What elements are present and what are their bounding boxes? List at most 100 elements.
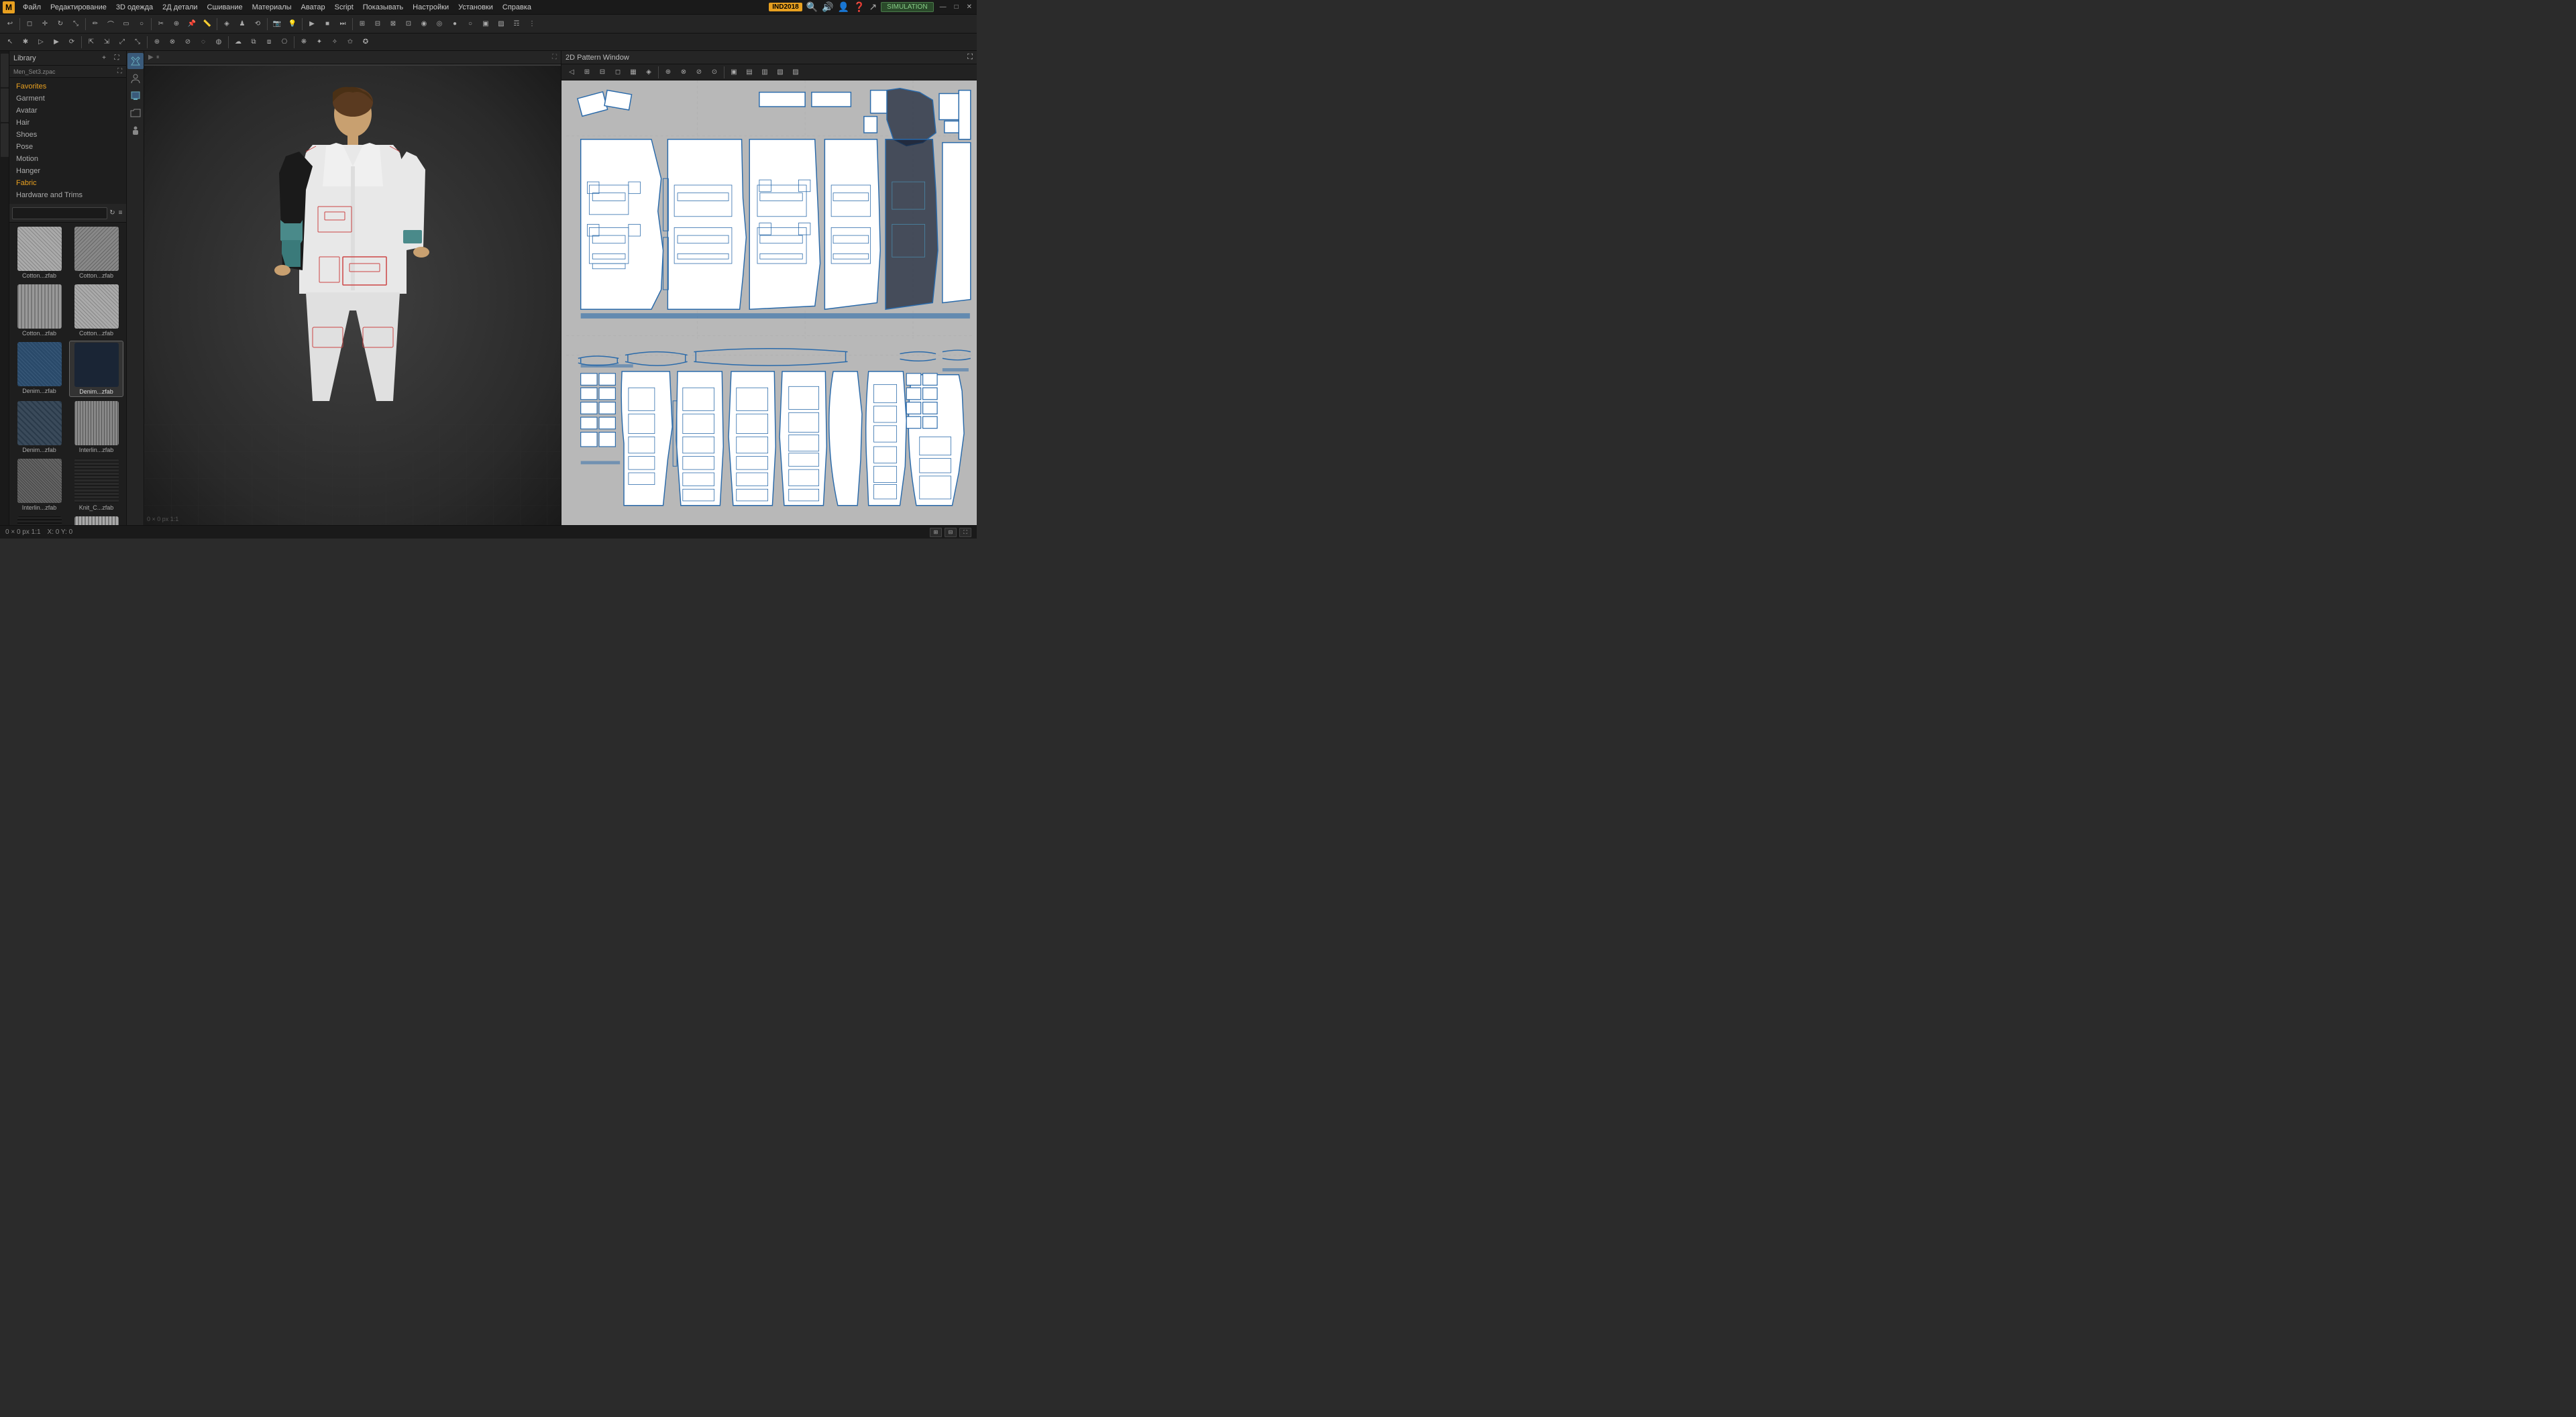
stop-tool[interactable]: ■	[320, 17, 335, 32]
status-btn2[interactable]: ⊟	[945, 528, 957, 537]
tool-a6[interactable]: ◎	[432, 17, 447, 32]
status-btn1[interactable]: ⊞	[930, 528, 942, 537]
help-icon[interactable]: ❓	[853, 1, 865, 13]
viewport-expand-btn[interactable]: ⛶	[552, 54, 557, 61]
icon-person-btn[interactable]	[127, 123, 144, 139]
fabric-item-8[interactable]: Interlin...zfab	[12, 457, 66, 512]
bezier-tool[interactable]: ⌒	[103, 17, 118, 32]
fabric-item-2[interactable]: Cotton...zfab	[12, 283, 66, 338]
fabric-item-0[interactable]: Cotton...zfab	[12, 225, 66, 280]
pt-tool1[interactable]: ◁	[564, 65, 579, 80]
fabric-item-10[interactable]: Knit_C...zfab	[12, 515, 66, 525]
simulation-badge[interactable]: SIMULATION	[881, 2, 933, 12]
pin-tool[interactable]: 📌	[184, 17, 199, 32]
fabric-item-5[interactable]: Denim...zfab	[69, 341, 123, 397]
render-tool[interactable]: ▶	[305, 17, 319, 32]
sub-tool14[interactable]: ◍	[211, 35, 226, 50]
stitch-tool[interactable]: ⊕	[169, 17, 184, 32]
pt-tool11[interactable]: ▣	[727, 65, 741, 80]
pt-tool10[interactable]: ⊙	[707, 65, 722, 80]
v-tab-2[interactable]	[1, 89, 9, 122]
tab-hardware[interactable]: Hardware and Trims	[9, 189, 126, 201]
menu-edit[interactable]: Редактирование	[46, 2, 111, 13]
tab-pose[interactable]: Pose	[9, 141, 126, 153]
library-expand-btn[interactable]: ⛶	[111, 53, 122, 64]
tool-a3[interactable]: ⊠	[386, 17, 400, 32]
status-btn3[interactable]: ⛶	[959, 528, 971, 537]
sub-tool9[interactable]: ⤡	[130, 35, 145, 50]
search-icon[interactable]: 🔍	[806, 1, 818, 13]
menu-show[interactable]: Показывать	[359, 2, 407, 13]
pt-tool9[interactable]: ⊘	[692, 65, 706, 80]
icon-screen-btn[interactable]	[127, 88, 144, 104]
sub-tool15[interactable]: ☁	[231, 35, 246, 50]
tab-garment[interactable]: Garment	[9, 93, 126, 105]
menu-2ddetails[interactable]: 2Д детали	[158, 2, 201, 13]
sub-tool7[interactable]: ⇲	[99, 35, 114, 50]
sub-tool5[interactable]: ⟳	[64, 35, 79, 50]
sub-tool6[interactable]: ⇱	[84, 35, 99, 50]
viewport-pause-btn[interactable]: ⏸	[156, 54, 160, 61]
sub-tool21[interactable]: ✧	[327, 35, 342, 50]
rotate-tool[interactable]: ↻	[53, 17, 68, 32]
pt-tool8[interactable]: ⊗	[676, 65, 691, 80]
share-icon[interactable]: ↗	[869, 1, 877, 13]
tool-a12[interactable]: ⋮	[525, 17, 539, 32]
sub-tool4[interactable]: ▶	[49, 35, 64, 50]
pt-tool4[interactable]: ◻	[610, 65, 625, 80]
search-refresh-btn[interactable]: ↻	[109, 208, 115, 219]
sub-tool2[interactable]: ✱	[18, 35, 33, 50]
camera-tool[interactable]: 📷	[270, 17, 284, 32]
menu-install[interactable]: Установки	[454, 2, 497, 13]
material-tool[interactable]: ◈	[219, 17, 234, 32]
tool-a7[interactable]: ●	[447, 17, 462, 32]
tab-fabric[interactable]: Fabric	[9, 177, 126, 189]
close-btn[interactable]: ✕	[965, 3, 974, 11]
icon-garment-btn[interactable]	[127, 53, 144, 69]
menu-avatar[interactable]: Аватар	[297, 2, 329, 13]
tool-a4[interactable]: ⊡	[401, 17, 416, 32]
select-tool[interactable]: ◻	[22, 17, 37, 32]
v-tab-3[interactable]	[1, 123, 9, 157]
pt-tool12[interactable]: ▤	[742, 65, 757, 80]
fabric-item-4[interactable]: Denim...zfab	[12, 341, 66, 397]
library-add-btn[interactable]: +	[99, 53, 109, 64]
tab-favorites[interactable]: Favorites	[9, 80, 126, 93]
measure-tool[interactable]: 📏	[200, 17, 215, 32]
volume-icon[interactable]: 🔊	[822, 1, 833, 13]
maximize-btn[interactable]: □	[953, 3, 961, 11]
pattern-expand-btn[interactable]: ⛶	[967, 53, 973, 62]
fabric-item-3[interactable]: Cotton...zfab	[69, 283, 123, 338]
sub-tool3[interactable]: ▷	[34, 35, 48, 50]
sub-tool23[interactable]: ✪	[358, 35, 373, 50]
pt-tool7[interactable]: ⊕	[661, 65, 676, 80]
tool-a11[interactable]: ☶	[509, 17, 524, 32]
fabric-item-7[interactable]: Interlin...zfab	[69, 400, 123, 455]
tab-shoes[interactable]: Shoes	[9, 129, 126, 141]
tool-a2[interactable]: ⊟	[370, 17, 385, 32]
pen-tool[interactable]: ✏	[88, 17, 103, 32]
v-tab-1[interactable]	[1, 54, 9, 87]
menu-3dcloth[interactable]: 3D одежда	[112, 2, 157, 13]
tool-a1[interactable]: ⊞	[355, 17, 370, 32]
icon-avatar-btn[interactable]	[127, 70, 144, 87]
scissors-tool[interactable]: ✂	[154, 17, 168, 32]
fabric-item-9[interactable]: Knit_C...zfab	[69, 457, 123, 512]
search-view-btn[interactable]: ≡	[117, 208, 123, 219]
sub-tool16[interactable]: ⧉	[246, 35, 261, 50]
circle-tool[interactable]: ○	[134, 17, 149, 32]
pt-tool6[interactable]: ◈	[641, 65, 656, 80]
tab-avatar[interactable]: Avatar	[9, 105, 126, 117]
sub-tool13[interactable]: ◌	[196, 35, 211, 50]
tab-hair[interactable]: Hair	[9, 117, 126, 129]
menu-settings[interactable]: Настройки	[409, 2, 453, 13]
reset-tool[interactable]: ⟲	[250, 17, 265, 32]
avatar-tool[interactable]: ♟	[235, 17, 250, 32]
menu-materials[interactable]: Материалы	[248, 2, 296, 13]
undo-btn[interactable]: ↩	[3, 17, 17, 32]
scale-tool[interactable]: ⤡	[68, 17, 83, 32]
fabric-item-1[interactable]: Cotton...zfab	[69, 225, 123, 280]
pt-tool15[interactable]: ▨	[788, 65, 803, 80]
menu-script[interactable]: Script	[331, 2, 358, 13]
sub-tool12[interactable]: ⊘	[180, 35, 195, 50]
